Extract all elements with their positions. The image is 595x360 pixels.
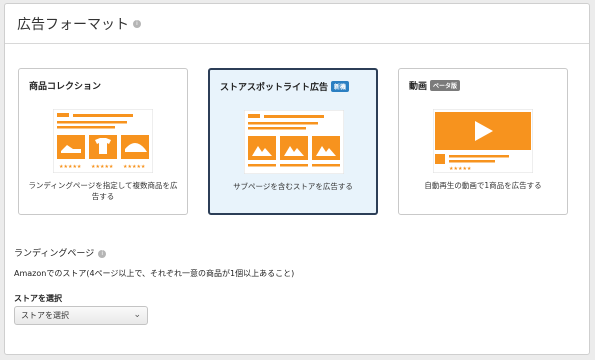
info-icon[interactable]: i	[133, 19, 141, 28]
new-badge: 新機	[331, 81, 350, 92]
format-description: サブページを含むストアを広告する	[233, 182, 353, 191]
format-description: ランディングページを指定して複数商品を広告する	[28, 181, 178, 201]
format-label: ストアスポットライト広告 新機	[220, 80, 350, 93]
format-card-store-spotlight[interactable]: ストアスポットライト広告 新機 サブページを含むストアを広告する	[208, 68, 378, 215]
store-select-value: ストアを選択	[21, 311, 69, 320]
video-icon: ★★★★★	[433, 109, 533, 173]
svg-text:★★★★★: ★★★★★	[59, 164, 82, 170]
store-select-label: ストアを選択	[14, 294, 62, 303]
chevron-down-icon: ⌄	[133, 310, 141, 320]
landing-page-description: Amazonでのストア(4ページ以上で、それぞれ一意の商品が1個以上あること)	[14, 269, 295, 278]
beta-badge: ベータ版	[430, 80, 461, 91]
format-card-video[interactable]: 動画 ベータ版 ★★★★★ 自動再生の動画で1商品を広告する	[398, 68, 568, 215]
format-card-product-collection[interactable]: 商品コレクション ★★★★★ ★★★★★ ★★★★★ ランディングページを指定し…	[18, 68, 188, 215]
format-description: 自動再生の動画で1商品を広告する	[424, 181, 542, 190]
format-label: 商品コレクション	[29, 82, 102, 92]
format-label: 動画 ベータ版	[409, 79, 461, 92]
store-select[interactable]: ストアを選択 ⌄	[14, 306, 148, 325]
product-collection-icon: ★★★★★ ★★★★★ ★★★★★	[53, 109, 153, 173]
svg-text:★★★★★: ★★★★★	[449, 166, 472, 172]
info-icon[interactable]: i	[98, 249, 107, 258]
page-title: 広告フォーマット	[17, 16, 129, 33]
panel-header: 広告フォーマット i	[5, 4, 589, 44]
landing-page-label: ランディングページ i	[14, 246, 107, 259]
svg-text:★★★★★: ★★★★★	[91, 164, 114, 170]
svg-text:★★★★★: ★★★★★	[123, 164, 146, 170]
store-spotlight-icon	[244, 110, 344, 174]
